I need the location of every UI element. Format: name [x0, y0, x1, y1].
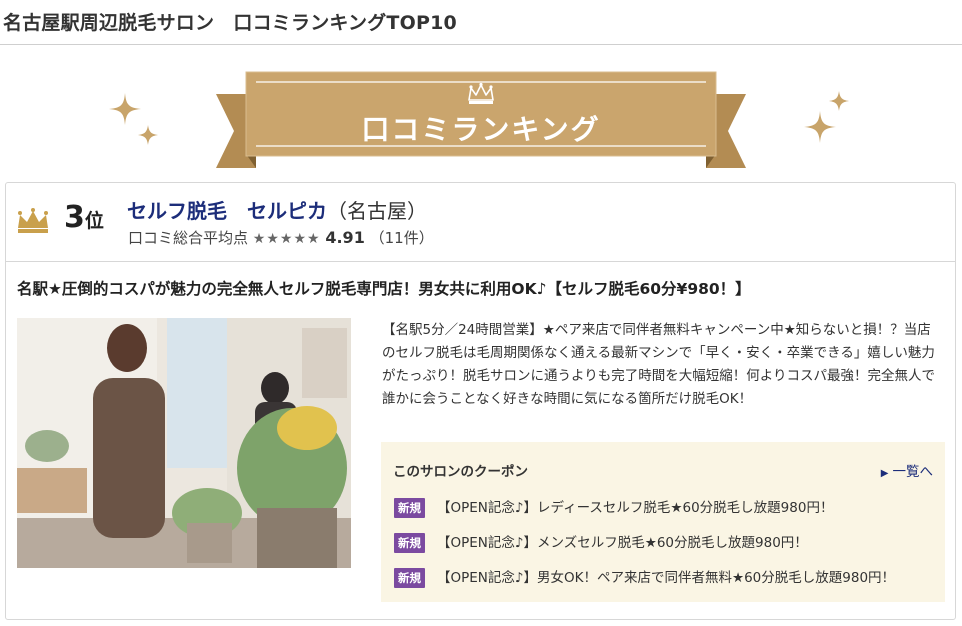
review-count: （11件）: [369, 229, 434, 247]
salon-description: 【名駅5分／24時間営業】★ペア来店で同伴者無料キャンペーン中★知らないと損！？…: [382, 322, 935, 407]
salon-card: 3位 セルフ脱毛 セルピカ（名古屋） 口コミ総合平均点 ★★★★★ 4.91 （…: [5, 182, 956, 620]
salon-photo-image: [17, 318, 351, 568]
coupon-item[interactable]: 新規 【OPEN記念♪】男女OK！ペア来店で同伴者無料★60分脱毛し放題980円！: [394, 566, 895, 588]
coupon-text: 【OPEN記念♪】メンズセルフ脱毛★60分脱毛し放題980円！: [437, 535, 808, 551]
new-badge: 新規: [394, 533, 425, 553]
sparkle-icon: [138, 125, 158, 145]
rank-badge: 3位: [64, 200, 104, 235]
rank-number: 3: [64, 200, 85, 235]
salon-name-link[interactable]: セルフ脱毛 セルピカ: [127, 199, 327, 223]
sparkle-icon: [829, 91, 849, 111]
crown-icon: [468, 82, 494, 104]
coupon-item[interactable]: 新規 【OPEN記念♪】レディースセルフ脱毛★60分脱毛し放題980円！: [394, 496, 833, 518]
salon-photo[interactable]: [17, 318, 351, 568]
salon-headline: 名駅★圧倒的コスパが魅力の完全無人セルフ脱毛専門店！男女共に利用OK♪【セルフ脱…: [17, 280, 751, 298]
salon-area: （名古屋）: [327, 199, 427, 223]
coupon-view-all-link[interactable]: ▶ 一覧へ: [881, 460, 933, 480]
sparkle-icon: [109, 93, 141, 125]
ranking-banner: 口コミランキング: [0, 46, 962, 178]
coupon-text: 【OPEN記念♪】レディースセルフ脱毛★60分脱毛し放題980円！: [437, 500, 834, 516]
new-badge: 新規: [394, 498, 425, 518]
rank-suffix: 位: [84, 210, 104, 232]
coupon-item[interactable]: 新規 【OPEN記念♪】メンズセルフ脱毛★60分脱毛し放題980円！: [394, 531, 808, 553]
coupon-text: 【OPEN記念♪】男女OK！ペア来店で同伴者無料★60分脱毛し放題980円！: [437, 570, 896, 586]
coupon-view-all-label: 一覧へ: [892, 464, 934, 480]
coupon-box: このサロンのクーポン ▶ 一覧へ 新規 【OPEN記念♪】レディースセルフ脱毛★60…: [381, 442, 945, 602]
rank-crown-icon: [18, 208, 48, 233]
triangle-right-icon: ▶: [880, 468, 889, 479]
rating-score: 4.91: [325, 228, 365, 247]
rating-label: 口コミ総合平均点: [128, 229, 249, 247]
star-rating-icon: ★★★★★: [252, 231, 321, 247]
sparkle-icon: [804, 111, 836, 143]
title-divider: [0, 44, 962, 45]
page-title: 名古屋駅周辺脱毛サロン 口コミランキングTOP10: [3, 12, 457, 34]
card-divider: [6, 261, 955, 262]
salon-title: セルフ脱毛 セルピカ（名古屋）: [127, 195, 427, 224]
coupon-title: このサロンのクーポン: [393, 464, 528, 480]
new-badge: 新規: [394, 568, 425, 588]
rating-row: 口コミ総合平均点 ★★★★★ 4.91 （11件）: [128, 227, 434, 248]
